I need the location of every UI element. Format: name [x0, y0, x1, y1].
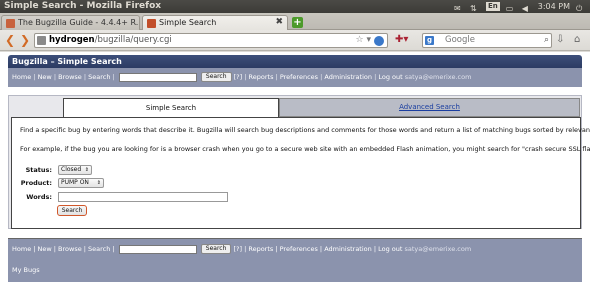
product-select[interactable]: PUMP ON ⇕ — [58, 178, 104, 188]
search-button[interactable]: Search — [57, 205, 87, 216]
google-icon[interactable]: g — [425, 36, 434, 45]
product-select-value: PUMP ON — [61, 179, 89, 186]
administration-link[interactable]: Administration — [324, 245, 372, 253]
footer-quicksearch-input[interactable] — [118, 244, 197, 254]
tab-label: Simple Search — [159, 18, 217, 27]
example-text: For example, if the bug you are looking … — [20, 145, 590, 153]
footer-links-bar: Home | New | Browse | Search | Search [?… — [8, 238, 582, 282]
intro-text: Find a specific bug by entering words th… — [20, 126, 590, 134]
search-tabs: Simple Search Advanced Search — [63, 98, 583, 118]
new-link[interactable]: New — [38, 245, 52, 253]
url-path: /bugzilla/query.cgi — [94, 35, 172, 45]
network-icon[interactable]: ⇅ — [470, 2, 480, 13]
my-bugs-link[interactable]: My Bugs — [12, 266, 40, 274]
tab-advanced-search[interactable]: Advanced Search — [279, 98, 580, 117]
clock[interactable]: 3:04 PM — [538, 0, 570, 13]
volume-icon[interactable]: ◀ — [522, 2, 532, 13]
forward-button[interactable]: ❯ — [20, 34, 30, 46]
search-panel: Simple Search Advanced Search Find a spe… — [8, 95, 590, 229]
back-button[interactable]: ❮ — [5, 34, 15, 46]
tab-label: The Bugzilla Guide - 4.4.4+ R... — [18, 18, 140, 27]
new-link[interactable]: New — [38, 73, 52, 81]
search-engine-bar[interactable]: g Google ⌕ — [422, 33, 552, 48]
user-email: satya@emerixe.com — [404, 73, 472, 81]
bugzilla-favicon-icon — [147, 19, 156, 28]
quicksearch-button[interactable]: Search — [200, 72, 232, 82]
bugzilla-favicon-icon — [6, 19, 15, 28]
tab-bugzilla-guide[interactable]: The Bugzilla Guide - 4.4.4+ R... — [1, 15, 140, 30]
logout-link[interactable]: Log out — [378, 245, 402, 253]
tab-simple-search-page[interactable]: Simple Search — [63, 98, 279, 118]
help-link[interactable]: [?] — [234, 245, 243, 253]
status-label: Status: — [25, 166, 52, 174]
window-titlebar: Simple Search - Mozilla Firefox ✉ ⇅ En ▭… — [0, 0, 590, 13]
home-link[interactable]: Home — [12, 73, 31, 81]
download-icon[interactable]: ⇩ — [556, 34, 564, 45]
mail-icon[interactable]: ✉ — [454, 2, 464, 13]
search-link[interactable]: Search — [88, 73, 110, 81]
status-select-value: Closed — [61, 166, 82, 173]
addon-icon[interactable]: ✚▾ — [395, 34, 408, 45]
close-tab-icon[interactable]: ✖ — [275, 16, 283, 29]
url-bar[interactable]: hydrogen/bugzilla/query.cgi ☆ ▾ — [34, 33, 388, 48]
url-host: hydrogen — [49, 35, 95, 45]
navigation-toolbar: ❮ ❯ hydrogen/bugzilla/query.cgi ☆ ▾ ✚▾ g… — [0, 30, 590, 51]
chevron-updown-icon: ⇕ — [84, 167, 89, 173]
search-engine-placeholder: Google — [445, 35, 475, 45]
search-magnifier-icon[interactable]: ⌕ — [544, 34, 549, 47]
chevron-updown-icon: ⇕ — [96, 180, 101, 186]
preferences-link[interactable]: Preferences — [280, 245, 318, 253]
home-link[interactable]: Home — [12, 245, 31, 253]
quicksearch-input[interactable] — [118, 72, 197, 82]
preferences-link[interactable]: Preferences — [280, 73, 318, 81]
administration-link[interactable]: Administration — [324, 73, 372, 81]
user-email: satya@emerixe.com — [404, 245, 472, 253]
footer-nav: Home | New | Browse | Search | Search [?… — [12, 244, 472, 254]
power-icon[interactable]: ⏻ — [576, 2, 586, 13]
tab-simple-search[interactable]: Simple Search ✖ — [142, 15, 288, 30]
reload-icon[interactable] — [374, 36, 384, 46]
reports-link[interactable]: Reports — [248, 245, 273, 253]
page-content: Bugzilla – Simple Search Home | New | Br… — [0, 52, 590, 283]
words-input[interactable] — [58, 192, 228, 202]
window-title: Simple Search - Mozilla Firefox — [4, 1, 162, 11]
site-identity-icon[interactable] — [37, 36, 46, 45]
header-links-bar: Home | New | Browse | Search | Search [?… — [8, 68, 582, 87]
system-tray: ✉ ⇅ En ▭ ◀ 3:04 PM ⏻ — [454, 0, 586, 13]
bookmark-star-icon[interactable]: ☆ ▾ — [356, 34, 371, 47]
browse-link[interactable]: Browse — [58, 245, 82, 253]
tab-strip: The Bugzilla Guide - 4.4.4+ R... Simple … — [0, 13, 590, 30]
product-label: Product: — [20, 179, 52, 187]
battery-icon[interactable]: ▭ — [506, 2, 516, 13]
reports-link[interactable]: Reports — [249, 73, 274, 81]
browse-link[interactable]: Browse — [58, 73, 82, 81]
home-icon[interactable]: ⌂ — [574, 34, 580, 45]
footer-quicksearch-button[interactable]: Search — [200, 244, 232, 254]
help-link[interactable]: [?] — [234, 73, 243, 81]
words-label: Words: — [26, 193, 52, 201]
status-select[interactable]: Closed ⇕ — [58, 165, 92, 175]
keyboard-layout-indicator[interactable]: En — [486, 2, 500, 11]
search-link[interactable]: Search — [88, 245, 110, 253]
logout-link[interactable]: Log out — [378, 73, 402, 81]
new-tab-button[interactable]: + — [292, 17, 303, 28]
simple-search-form: Find a specific bug by entering words th… — [11, 117, 590, 229]
page-banner: Bugzilla – Simple Search — [8, 55, 582, 68]
